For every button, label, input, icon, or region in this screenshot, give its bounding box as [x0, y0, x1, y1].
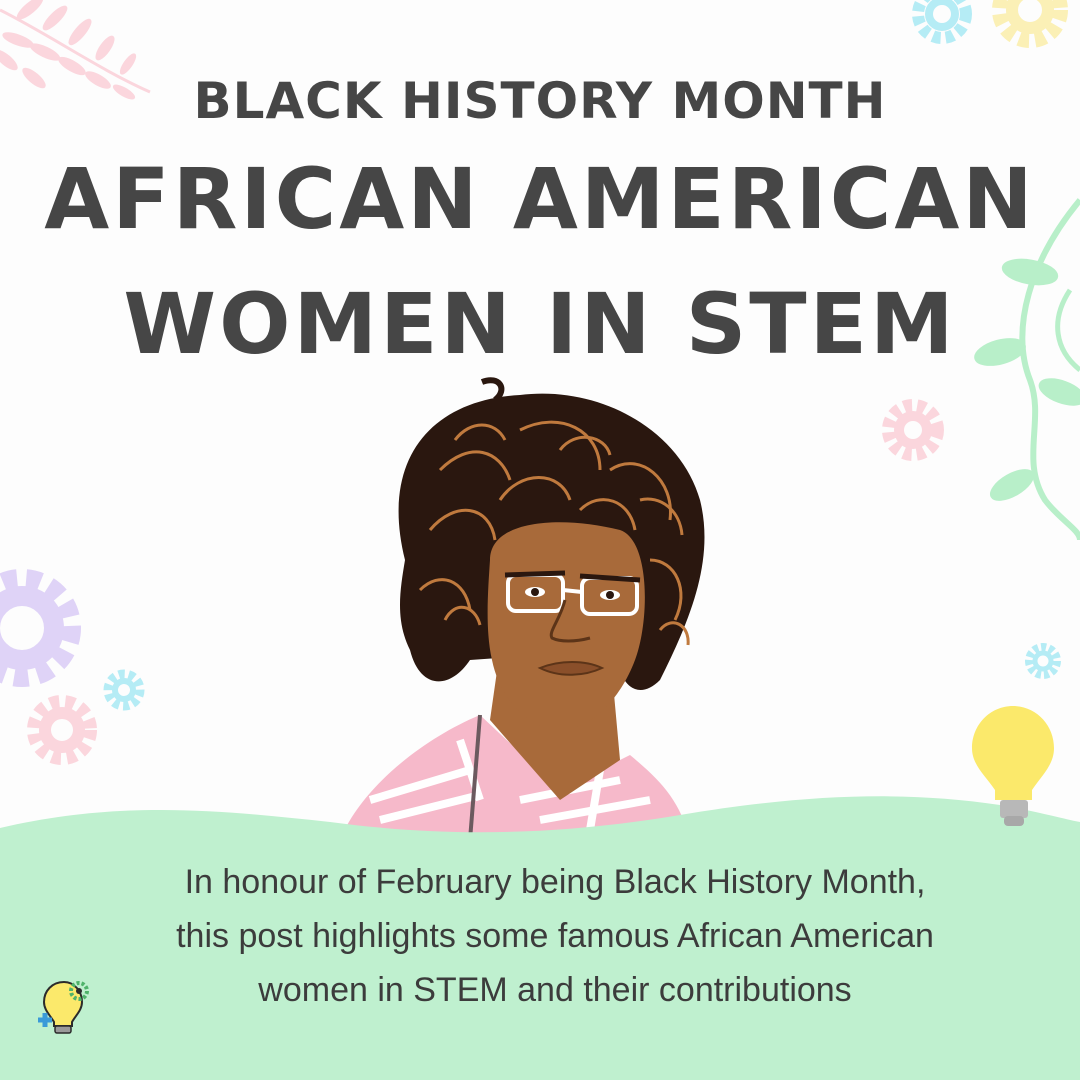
- logo-lightbulb-gear-icon: [38, 980, 89, 1034]
- title-black-history-month: BLACK HISTORY MONTH: [193, 72, 887, 130]
- title-women-in-stem: WOMEN IN STEM: [123, 275, 957, 373]
- title-african-american: AFRICAN AMERICAN: [44, 150, 1036, 248]
- description-line-2: this post highlights some famous African…: [176, 917, 934, 955]
- description-line-1: In honour of February being Black Histor…: [184, 863, 926, 901]
- description-line-3: women in STEM and their contributions: [258, 971, 852, 1009]
- poster: BLACK HISTORY MONTH AFRICAN AMERICAN WOM…: [0, 0, 1080, 1080]
